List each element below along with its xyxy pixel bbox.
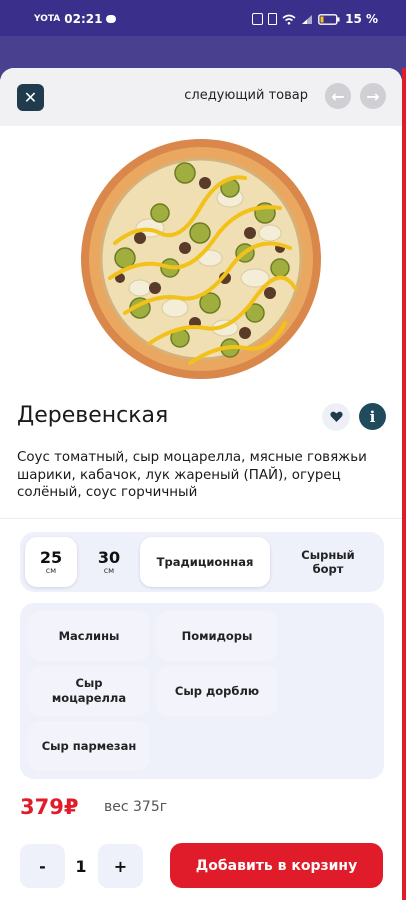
- clock: 02:21: [64, 12, 103, 26]
- product-title: Деревенская: [17, 403, 169, 428]
- divider: [0, 518, 402, 519]
- signal-icon: [302, 14, 313, 24]
- sheet-header: ✕ следующий товар ← →: [0, 68, 402, 126]
- scroll-indicator: [402, 68, 406, 900]
- ingredient-label: Сыр пармезан: [41, 738, 137, 753]
- wifi-icon: [282, 14, 296, 25]
- vibrate-icon: [268, 13, 278, 25]
- product-weight: вес 375г: [104, 799, 168, 815]
- size-unit: см: [45, 566, 57, 575]
- pizza-image: [81, 139, 321, 379]
- crust-label: Сырный борт: [301, 548, 355, 576]
- product-sheet: ✕ следующий товар ← → Деревенская i Соус…: [0, 68, 402, 900]
- add-to-cart-button[interactable]: Добавить в корзину: [170, 843, 383, 888]
- arrow-right-icon: →: [366, 86, 380, 106]
- close-button[interactable]: ✕: [17, 84, 44, 111]
- ingredient-olives[interactable]: Маслины: [28, 611, 150, 661]
- arrow-left-icon: ←: [331, 86, 345, 106]
- favorite-button[interactable]: [322, 403, 350, 431]
- close-icon: ✕: [23, 88, 38, 107]
- heart-icon: [329, 411, 343, 422]
- next-product-button[interactable]: →: [360, 83, 386, 109]
- ingredient-parmesan[interactable]: Сыр пармезан: [28, 721, 150, 771]
- battery-percent: 15 %: [345, 12, 378, 26]
- quantity-decrease-button[interactable]: -: [20, 844, 65, 888]
- options-selector: 25 см 30 см Традиционная Сырный борт: [20, 532, 384, 592]
- size-value: 25: [39, 548, 63, 567]
- message-icon: [106, 15, 117, 23]
- nfc-icon: [252, 13, 264, 25]
- battery-icon: [318, 13, 340, 25]
- ingredient-label: Сыр моцарелла: [51, 676, 127, 705]
- info-icon: i: [369, 407, 376, 426]
- ingredients-panel: Маслины Помидоры Сыр моцарелла Сыр дорбл…: [20, 603, 384, 779]
- info-button[interactable]: i: [359, 403, 386, 430]
- previous-product-button[interactable]: ←: [325, 83, 351, 109]
- crust-option-traditional[interactable]: Традиционная: [140, 537, 270, 587]
- product-description: Соус томатный, сыр моцарелла, мясные гов…: [17, 450, 367, 500]
- next-product-label: следующий товар: [184, 88, 308, 103]
- ingredient-label: Маслины: [58, 628, 120, 643]
- minus-label: -: [39, 856, 46, 876]
- ingredient-label: Помидоры: [181, 628, 253, 643]
- product-price: 379₽: [20, 795, 79, 819]
- size-option-25[interactable]: 25 см: [25, 537, 77, 587]
- size-value: 30: [97, 548, 121, 567]
- ingredient-tomatoes[interactable]: Помидоры: [156, 611, 278, 661]
- crust-label: Традиционная: [156, 555, 254, 569]
- ingredient-mozzarella[interactable]: Сыр моцарелла: [28, 666, 150, 716]
- ingredient-dorblu[interactable]: Сыр дорблю: [156, 666, 278, 716]
- carrier-label: YOTA: [34, 14, 61, 24]
- add-to-cart-label: Добавить в корзину: [195, 857, 358, 874]
- crust-option-cheese[interactable]: Сырный борт: [278, 537, 378, 587]
- size-unit: см: [103, 566, 115, 575]
- ingredient-label: Сыр дорблю: [174, 683, 260, 698]
- size-option-30[interactable]: 30 см: [83, 537, 135, 587]
- quantity-value: 1: [75, 856, 87, 876]
- plus-label: +: [113, 856, 128, 876]
- status-bar: YOTA 02:21 15 %: [0, 0, 406, 36]
- quantity-increase-button[interactable]: +: [98, 844, 143, 888]
